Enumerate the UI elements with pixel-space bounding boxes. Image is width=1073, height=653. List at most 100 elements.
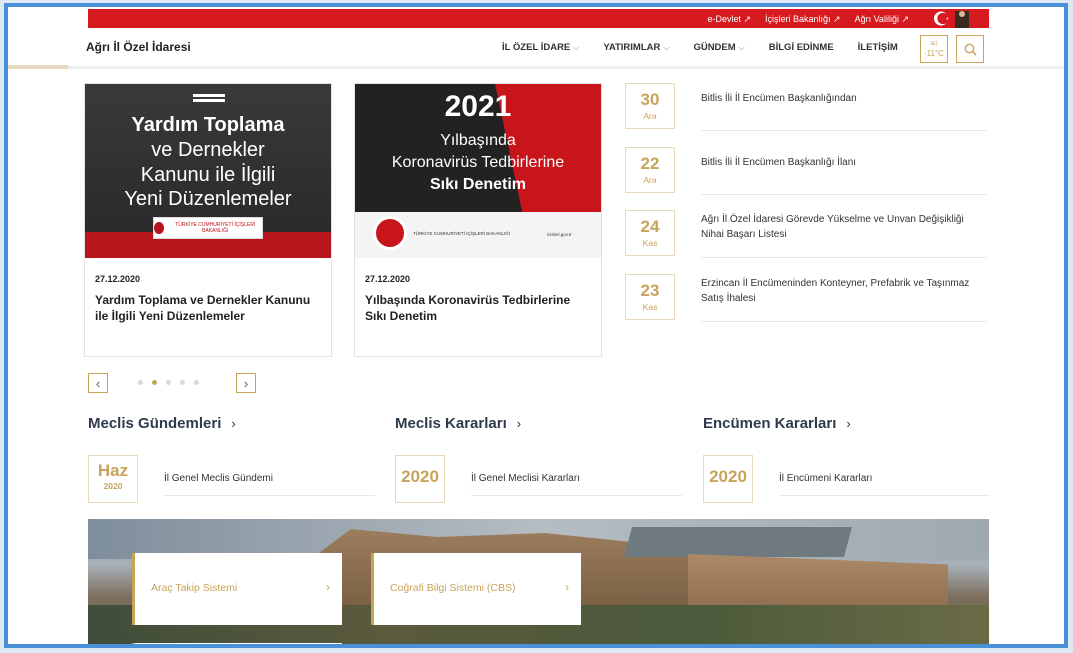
news-link[interactable]: Bitlis İli İl Encümen Başkanlığı İlanı — [701, 155, 981, 170]
search-button[interactable] — [956, 35, 984, 63]
section-title: Meclis Gündemleri — [88, 415, 222, 432]
top-link-bar: e-Devlet ↗ İçişleri Bakanlığı ↗ Ağrı Val… — [88, 9, 989, 28]
badge-month: Ara — [643, 175, 657, 185]
badge-day: 22 — [640, 154, 660, 173]
news-card[interactable]: 2021 Yılbaşında Koronavirüs Tedbirlerine… — [354, 83, 602, 357]
year-badge: 2020 — [395, 455, 445, 503]
nav-label: BİLGİ EDİNME — [768, 42, 834, 53]
valilik-link[interactable]: Ağrı Valiliği ↗ — [855, 14, 909, 25]
quick-link-cbs[interactable]: Coğrafi Bilgi Sistemi (CBS) › — [371, 553, 581, 625]
news-title[interactable]: Yılbaşında Koronavirüs Tedbirlerine Sıkı… — [365, 292, 593, 324]
news-link[interactable]: Bitlis İli İl Encümen Başkanlığından — [701, 91, 981, 106]
quick-link-arac-takip[interactable]: Araç Takip Sistemi › — [132, 553, 342, 625]
chevron-right-icon: › — [846, 416, 851, 431]
divider — [471, 495, 682, 496]
image-text: Yılbaşında — [440, 132, 516, 149]
slider-dot[interactable] — [166, 380, 171, 385]
news-date: 27.12.2020 — [95, 274, 141, 284]
section-title-meclis-kararlari[interactable]: Meclis Kararları › — [395, 415, 521, 432]
chevron-down-icon: ⌵ — [573, 42, 580, 52]
badge-big: 2020 — [401, 467, 439, 486]
ministry-text: TÜRKİYE CUMHURİYETİ İÇİŞLERİ BAKANLIĞI — [175, 222, 256, 234]
quick-link-label: Coğrafi Bilgi Sistemi (CBS) — [390, 582, 516, 594]
badge-month: Kas — [642, 302, 658, 312]
image-text: Yardım Toplama — [131, 114, 285, 136]
badge-small: 2020 — [103, 481, 123, 491]
icisleri-link[interactable]: İçişleri Bakanlığı ↗ — [765, 14, 841, 25]
list-item[interactable]: 30 Ara Bitlis İli İl Encümen Başkanlığın… — [625, 83, 987, 135]
news-link[interactable]: Erzincan İl Encümeninden Konteyner, Pref… — [701, 276, 981, 306]
slider-dot[interactable] — [138, 380, 143, 385]
date-badge: 22 Ara — [625, 147, 675, 193]
chevron-right-icon: › — [516, 416, 522, 431]
year-badge: 2020 — [703, 455, 753, 503]
nav-label: YATIRIMLAR — [603, 42, 661, 53]
browser-frame: e-Devlet ↗ İçişleri Bakanlığı ↗ Ağrı Val… — [4, 3, 1068, 648]
list-item[interactable]: Haz 2020 İl Genel Meclis Gündemi — [88, 455, 375, 505]
search-icon — [964, 43, 977, 56]
section-title-meclis-gundemleri[interactable]: Meclis Gündemleri › — [88, 415, 236, 432]
slider-dot[interactable] — [194, 380, 199, 385]
site-header: Ağrı İl Özel İdaresi İL ÖZEL İDARE ⌵ YAT… — [8, 28, 1064, 68]
date-badge: 30 Ara — [625, 83, 675, 129]
header-accent — [8, 65, 68, 69]
chevron-right-icon: › — [326, 580, 330, 594]
badge-month: Ara — [643, 111, 657, 121]
section-title-encumen-kararlari[interactable]: Encümen Kararları › — [703, 415, 851, 432]
quick-link-partial[interactable] — [132, 643, 342, 644]
nav-label: İL ÖZEL İDARE — [502, 42, 571, 53]
date-badge: Haz 2020 — [88, 455, 138, 503]
slider-dot[interactable] — [180, 380, 185, 385]
main-nav: İL ÖZEL İDARE ⌵ YATIRIMLAR ⌵ GÜNDEM ⌵ Bİ… — [502, 42, 922, 53]
nav-label: İLETİŞİM — [857, 42, 898, 53]
list-item[interactable]: 23 Kas Erzincan İl Encümeninden Konteyne… — [625, 274, 987, 326]
nav-iletisim[interactable]: İLETİŞİM — [858, 42, 898, 53]
date-badge: 23 Kas — [625, 274, 675, 320]
cloud-icon: ≡⁝ — [930, 39, 938, 48]
section-link[interactable]: İl Genel Meclis Gündemi — [164, 473, 273, 484]
site-brand[interactable]: Ağrı İl Özel İdaresi — [86, 40, 191, 54]
news-date: 27.12.2020 — [365, 274, 411, 284]
section-link[interactable]: İl Encümeni Kararları — [779, 473, 872, 484]
badge-day: 24 — [640, 217, 660, 236]
slider-dot-active[interactable] — [152, 380, 157, 385]
turkish-flag-icon — [934, 11, 969, 28]
nav-gundem[interactable]: GÜNDEM ⌵ — [693, 42, 744, 53]
edevlet-link[interactable]: e-Devlet ↗ — [707, 14, 751, 25]
section-link[interactable]: İl Genel Meclisi Kararları — [471, 473, 580, 484]
divider — [779, 495, 990, 496]
ministry-url: icisleri.gov.tr — [547, 232, 572, 237]
nav-bilgi-edinme[interactable]: BİLGİ EDİNME — [769, 42, 834, 53]
badge-day: 30 — [640, 90, 660, 109]
ministry-badge: TÜRKİYE CUMHURİYETİ İÇİŞLERİ BAKANLIĞI — [153, 217, 263, 239]
news-title[interactable]: Yardım Toplama ve Dernekler Kanunu ile İ… — [95, 292, 323, 324]
news-link[interactable]: Ağrı İl Özel İdaresi Görevde Yükselme ve… — [701, 212, 981, 242]
image-text: 2021 — [444, 90, 512, 123]
list-item[interactable]: 22 Ara Bitlis İli İl Encümen Başkanlığı … — [625, 147, 987, 199]
chevron-right-icon: › — [243, 375, 249, 391]
decor-lines — [193, 94, 225, 102]
weather-widget[interactable]: ≡⁝ -11°C — [920, 35, 948, 63]
image-text: ve Dernekler — [151, 139, 265, 161]
nav-yatirimlar[interactable]: YATIRIMLAR ⌵ — [603, 42, 669, 53]
list-item[interactable]: 2020 İl Encümeni Kararları — [703, 455, 990, 505]
slider-next-button[interactable]: › — [236, 373, 256, 393]
chevron-left-icon: ‹ — [95, 375, 101, 391]
slider-dots — [138, 380, 199, 385]
list-item[interactable]: 24 Kas Ağrı İl Özel İdaresi Görevde Yüks… — [625, 210, 987, 262]
quick-link-label: Araç Takip Sistemi — [151, 582, 238, 594]
news-image: 2021 Yılbaşında Koronavirüs Tedbirlerine… — [355, 84, 601, 258]
slider-prev-button[interactable]: ‹ — [88, 373, 108, 393]
divider — [701, 321, 987, 322]
news-card[interactable]: Yardım Toplama ve Dernekler Kanunu ile İ… — [84, 83, 332, 357]
badge-month: Kas — [642, 238, 658, 248]
nav-il-ozel-idare[interactable]: İL ÖZEL İDARE ⌵ — [502, 42, 579, 53]
image-text: Koronavirüs Tedbirlerine — [391, 154, 565, 171]
ministry-text: TÜRKİYE CUMHURİYETİ İÇİŞLERİ BAKANLIĞI — [413, 231, 511, 236]
badge-big: Haz — [97, 461, 129, 480]
news-image: Yardım Toplama ve Dernekler Kanunu ile İ… — [85, 84, 331, 258]
divider — [701, 194, 987, 195]
list-item[interactable]: 2020 İl Genel Meclisi Kararları — [395, 455, 682, 505]
external-links: e-Devlet ↗ İçişleri Bakanlığı ↗ Ağrı Val… — [707, 14, 909, 25]
chevron-right-icon: › — [231, 416, 236, 431]
